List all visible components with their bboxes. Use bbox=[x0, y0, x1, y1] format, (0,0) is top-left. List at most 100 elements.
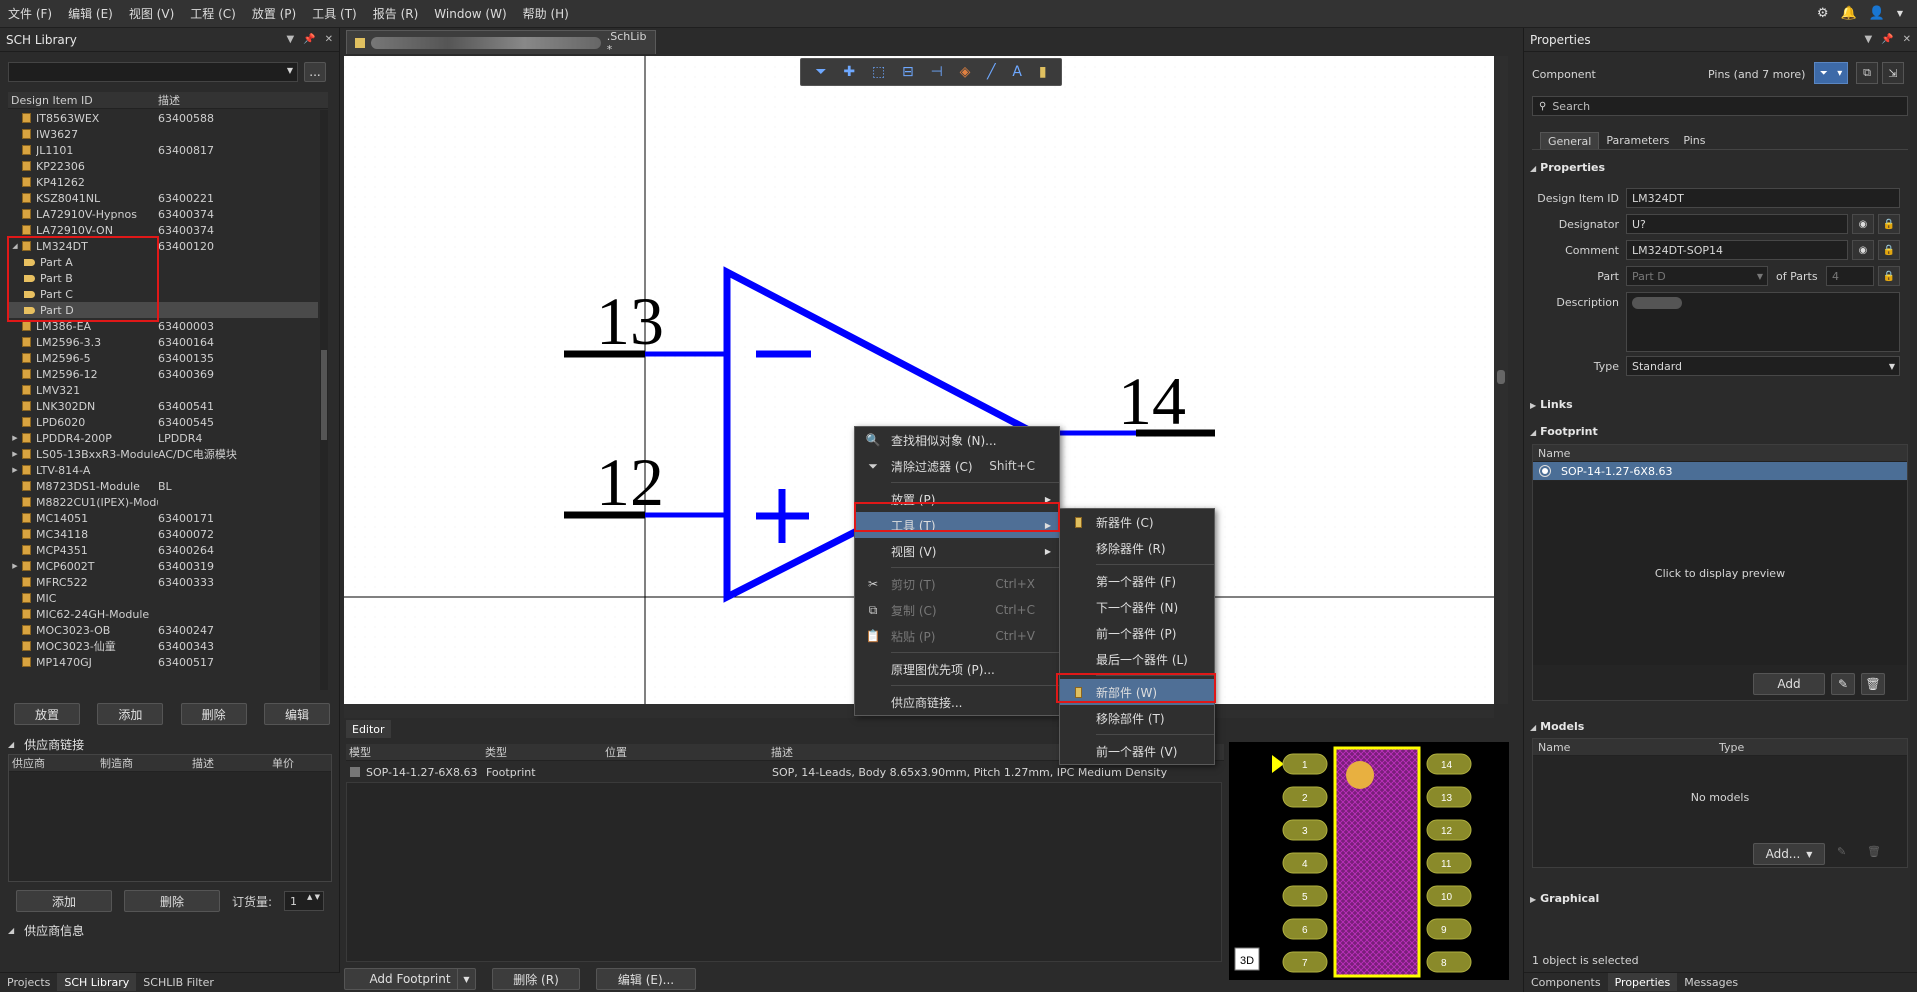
left-tab-1[interactable]: SCH Library bbox=[57, 973, 137, 991]
component-row[interactable]: ▶ LTV-814-A bbox=[8, 462, 318, 478]
submenu-item-6[interactable]: 最后一个器件 (L) bbox=[1060, 646, 1214, 672]
menu-item-2[interactable]: 视图 (V) bbox=[121, 5, 182, 22]
editor-table-row[interactable]: SOP-14-1.27-6X8.63 Footprint SOP, 14-Lea… bbox=[346, 764, 1224, 780]
description-field[interactable] bbox=[1626, 292, 1900, 352]
supplier-button-1[interactable]: 删除 bbox=[124, 890, 220, 912]
submenu-item-1[interactable]: 移除器件 (R) bbox=[1060, 535, 1214, 561]
menu-item-1[interactable]: 编辑 (E) bbox=[60, 5, 121, 22]
footprint-preview[interactable]: 1 2 3 4 5 6 7 14 13 12 11 10 9 8 3D bbox=[1229, 742, 1509, 980]
submenu-item-4[interactable]: 下一个器件 (N) bbox=[1060, 594, 1214, 620]
supplier-links-section[interactable]: ◢ 供应商链接 bbox=[8, 736, 84, 753]
close-icon[interactable]: ✕ bbox=[1903, 34, 1911, 45]
close-icon[interactable]: ✕ bbox=[325, 34, 333, 45]
editor-col-2[interactable]: 位置 bbox=[602, 744, 768, 760]
context-item-5[interactable]: 视图 (V) ▶ bbox=[855, 538, 1059, 564]
component-row[interactable]: MIC62-24GH-Module bbox=[8, 606, 318, 622]
lock-icon[interactable]: 🔒 bbox=[1878, 240, 1900, 260]
component-row[interactable]: ▶ LPDDR4-200P LPDDR4 bbox=[8, 430, 318, 446]
submenu-item-3[interactable]: 第一个器件 (F) bbox=[1060, 568, 1214, 594]
add-models-button[interactable]: Add... ▼ bbox=[1753, 843, 1825, 865]
properties-search[interactable]: ⚲ Search bbox=[1532, 96, 1908, 116]
left-tab-2[interactable]: SCHLIB Filter bbox=[136, 973, 221, 991]
gear-icon[interactable]: ⚙ bbox=[1817, 6, 1829, 21]
canvas-vertical-scrollbar[interactable] bbox=[1494, 56, 1508, 704]
component-row[interactable]: KP41262 bbox=[8, 174, 318, 190]
supplier-info-section[interactable]: ◢ 供应商信息 bbox=[8, 922, 84, 939]
eye-icon[interactable]: ◉ bbox=[1852, 214, 1874, 234]
component-row[interactable]: MIC bbox=[8, 590, 318, 606]
library-filter-combo[interactable]: ▼ bbox=[8, 62, 298, 82]
pencil-icon[interactable]: ✎ bbox=[1831, 673, 1855, 695]
delete-model-button[interactable]: 删除 (R) bbox=[492, 968, 580, 990]
collapsed-arrow-icon[interactable]: ▶ bbox=[8, 562, 22, 570]
pin-icon[interactable]: 📌 bbox=[1881, 34, 1893, 45]
col-design-item-id[interactable]: Design Item ID bbox=[8, 94, 158, 107]
select-icon[interactable]: ⇲ bbox=[1882, 62, 1904, 84]
component-row[interactable]: M8723DS1-Module BL bbox=[8, 478, 318, 494]
library-button-3[interactable]: 编辑 bbox=[263, 703, 330, 725]
models-col-name[interactable]: Name bbox=[1533, 741, 1719, 754]
menu-item-7[interactable]: Window (W) bbox=[426, 7, 514, 21]
component-row[interactable]: JL1101 63400817 bbox=[8, 142, 318, 158]
component-row[interactable]: LM2596-3.3 63400164 bbox=[8, 334, 318, 350]
lock-icon[interactable]: 🔒 bbox=[1878, 214, 1900, 234]
dropdown-icon[interactable]: ▼ bbox=[1864, 34, 1872, 45]
component-row[interactable]: IT8563WEX 63400588 bbox=[8, 110, 318, 126]
library-button-2[interactable]: 删除 bbox=[180, 703, 247, 725]
dropdown-icon[interactable]: ▼ bbox=[286, 34, 294, 45]
supplier-button-0[interactable]: 添加 bbox=[16, 890, 112, 912]
chevron-down-icon[interactable]: ▼ bbox=[1897, 9, 1903, 18]
component-row[interactable]: LM2596-5 63400135 bbox=[8, 350, 318, 366]
component-row[interactable]: LMV321 bbox=[8, 382, 318, 398]
document-tab[interactable]: .SchLib * bbox=[346, 30, 656, 56]
context-item-13[interactable]: 供应商链接... bbox=[855, 689, 1059, 715]
right-tab-1[interactable]: Properties bbox=[1607, 973, 1678, 991]
component-row[interactable]: MOC3023-OB 63400247 bbox=[8, 622, 318, 638]
component-row[interactable]: MC14051 63400171 bbox=[8, 510, 318, 526]
footprint-section[interactable]: ◢ Footprint bbox=[1530, 425, 1598, 438]
component-row[interactable]: MP1470GJ 63400517 bbox=[8, 654, 318, 670]
col-description[interactable]: 描述 bbox=[158, 92, 180, 108]
component-row[interactable]: M8822CU1(IPEX)-Modul bbox=[8, 494, 318, 510]
cross-icon[interactable]: ✚ bbox=[843, 64, 855, 80]
submenu-item-5[interactable]: 前一个器件 (P) bbox=[1060, 620, 1214, 646]
collapsed-arrow-icon[interactable]: ▶ bbox=[8, 466, 22, 474]
menu-item-3[interactable]: 工程 (C) bbox=[182, 5, 244, 22]
library-button-0[interactable]: 放置 bbox=[14, 703, 80, 725]
filter-button[interactable]: ⏷ ▾ bbox=[1814, 62, 1848, 84]
user-icon[interactable]: 👤 bbox=[1869, 6, 1885, 21]
properties-tab-2[interactable]: Pins bbox=[1676, 132, 1712, 149]
lock-icon[interactable]: 🔒 bbox=[1878, 266, 1900, 286]
component-row[interactable]: MFRC522 63400333 bbox=[8, 574, 318, 590]
models-section[interactable]: ◢ Models bbox=[1530, 720, 1584, 733]
menu-item-6[interactable]: 报告 (R) bbox=[365, 5, 427, 22]
supplier-col-2[interactable]: 描述 bbox=[189, 755, 269, 771]
filter-icon[interactable]: ⏷ bbox=[815, 64, 826, 80]
collapsed-arrow-icon[interactable]: ▶ bbox=[8, 434, 22, 442]
left-tab-0[interactable]: Projects bbox=[0, 973, 57, 991]
type-select[interactable]: Standard ▼ bbox=[1626, 356, 1900, 376]
context-item-0[interactable]: 🔍 查找相似对象 (N)... bbox=[855, 427, 1059, 453]
align-icon[interactable]: ⊟ bbox=[902, 64, 914, 80]
select-rect-icon[interactable]: ⬚ bbox=[872, 64, 885, 80]
properties-tab-1[interactable]: Parameters bbox=[1599, 132, 1676, 149]
supplier-col-0[interactable]: 供应商 bbox=[9, 755, 97, 771]
part-select[interactable]: Part D ▼ bbox=[1626, 266, 1768, 286]
component-row[interactable]: KSZ8041NL 63400221 bbox=[8, 190, 318, 206]
line-icon[interactable]: ╱ bbox=[987, 64, 995, 80]
supplier-col-1[interactable]: 制造商 bbox=[97, 755, 189, 771]
component-row[interactable]: IW3627 bbox=[8, 126, 318, 142]
fill-icon[interactable]: ◈ bbox=[960, 64, 971, 80]
editor-col-1[interactable]: 类型 bbox=[482, 744, 602, 760]
menu-item-8[interactable]: 帮助 (H) bbox=[515, 5, 577, 22]
order-qty-stepper[interactable]: 1 ▲ ▼ bbox=[284, 891, 325, 911]
trash-icon[interactable]: 🗑 bbox=[1861, 673, 1885, 695]
part-icon[interactable]: ▮ bbox=[1039, 64, 1047, 80]
submenu-item-0[interactable]: 新器件 (C) bbox=[1060, 509, 1214, 535]
right-tab-2[interactable]: Messages bbox=[1677, 973, 1745, 991]
pin-icon[interactable]: 📌 bbox=[303, 34, 315, 45]
component-row[interactable]: ▶ MCP6002T 63400319 bbox=[8, 558, 318, 574]
menu-item-0[interactable]: 文件 (F) bbox=[0, 5, 60, 22]
supplier-col-3[interactable]: 单价 bbox=[269, 755, 329, 771]
models-col-type[interactable]: Type bbox=[1719, 741, 1744, 754]
